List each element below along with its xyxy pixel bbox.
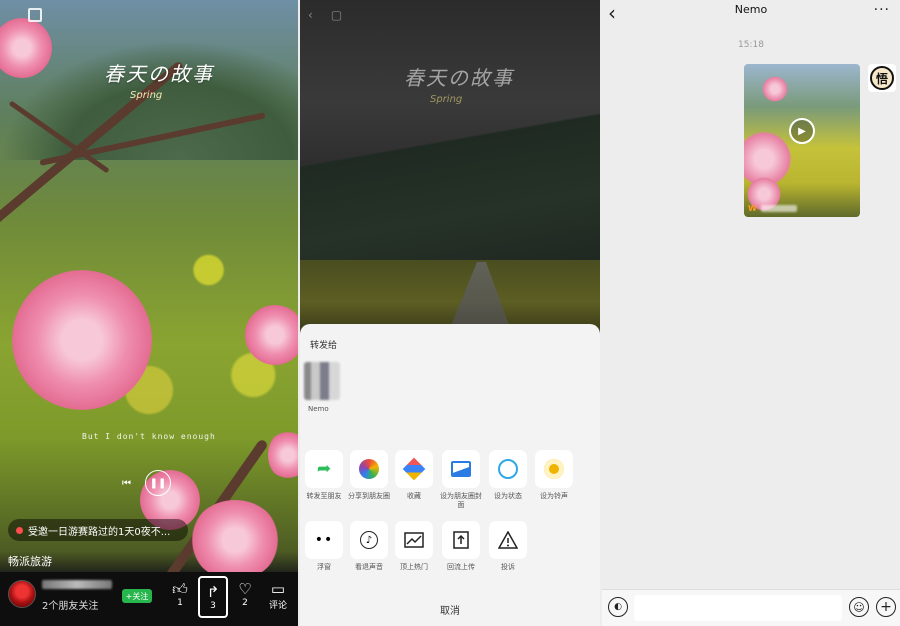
contact-avatar-blurred[interactable] bbox=[304, 362, 340, 400]
option-label: 浮窗 bbox=[317, 563, 331, 571]
lyric-text: But I don't know enough bbox=[82, 432, 216, 441]
comment-button[interactable]: ▭ 评论 bbox=[266, 580, 290, 611]
option-set-status[interactable]: 设为状态 bbox=[486, 450, 530, 501]
location-notice[interactable]: 受邀一日游赛路过的1天0夜不... bbox=[8, 519, 188, 541]
title-art: 春天の故事 bbox=[104, 62, 214, 86]
option-label: 看退声音 bbox=[355, 563, 383, 571]
share-button[interactable]: ↱ 3 bbox=[198, 576, 228, 618]
status-ring-icon bbox=[489, 450, 527, 488]
share-sheet-title: 转发给 bbox=[310, 341, 338, 351]
warning-triangle-icon bbox=[489, 521, 527, 559]
option-set-ringtone[interactable]: 设为铃声 bbox=[532, 450, 576, 501]
option-label: 设为朋友圈封面 bbox=[440, 492, 482, 509]
background-mountain bbox=[300, 110, 600, 280]
more-dots-icon: •• bbox=[305, 521, 343, 559]
option-label: 收藏 bbox=[407, 492, 421, 500]
option-floating-window[interactable]: •• 浮窗 bbox=[302, 521, 346, 572]
title-art-subtitle: Spring bbox=[430, 94, 463, 105]
option-label: 分享到朋友圈 bbox=[348, 492, 390, 500]
comment-label: 评论 bbox=[268, 601, 287, 611]
trend-chart-icon bbox=[395, 521, 433, 559]
message-input[interactable] bbox=[634, 595, 842, 621]
channel-name[interactable]: 畅派旅游 bbox=[8, 553, 52, 569]
chat-panel: Nemo ‹ ··· 15:18 ▶ W 悟 ◐ ☺ + bbox=[602, 0, 900, 626]
playback-controls: ⏮ ❚❚ bbox=[122, 470, 171, 496]
favorite-count: 2 bbox=[242, 598, 248, 608]
minimize-icon: ▢ bbox=[330, 8, 343, 22]
option-upload[interactable]: 回流上传 bbox=[439, 521, 483, 572]
notice-dot-icon bbox=[16, 526, 23, 534]
background-field bbox=[300, 260, 600, 330]
message-timestamp: 15:18 bbox=[738, 40, 764, 50]
friends-follow-count: 2个朋友关注 bbox=[42, 601, 99, 612]
cancel-button[interactable]: 取消 bbox=[300, 602, 600, 617]
screenshot-root: 春天の故事 Spring But I don't know enough ⏮ ❚… bbox=[0, 0, 900, 626]
option-label: 设为状态 bbox=[494, 492, 522, 500]
share-sheet: 转发给 Nemo ➦ 转发至朋友 分享到朋友圈 收藏 设为朋友圈封面 设为状态 … bbox=[300, 324, 600, 626]
option-listen-audio[interactable]: ♪ 看退声音 bbox=[347, 521, 391, 572]
pause-button[interactable]: ❚❚ bbox=[145, 470, 171, 496]
source-name-blurred bbox=[760, 205, 797, 212]
favorites-cube-icon bbox=[395, 450, 433, 488]
title-art-subtitle: Spring bbox=[130, 90, 163, 101]
like-button[interactable]: 👍︎ 1 bbox=[168, 580, 192, 608]
previous-icon[interactable]: ⏮ bbox=[122, 478, 131, 489]
peach-blossom bbox=[268, 430, 298, 480]
blossom-thumb bbox=[760, 74, 790, 104]
option-label: 回流上传 bbox=[447, 563, 475, 571]
dim-top-icons: ‹ ▢ bbox=[308, 8, 342, 22]
share-panel: ‹ ▢ 春天の故事 Spring 转发给 Nemo ➦ 转发至朋友 分享到朋友圈 bbox=[300, 0, 600, 626]
minimize-icon[interactable] bbox=[28, 8, 42, 22]
forward-arrow-icon: ➦ bbox=[305, 450, 343, 488]
more-options-icon[interactable]: ··· bbox=[874, 2, 890, 18]
option-report[interactable]: 投诉 bbox=[486, 521, 530, 572]
back-icon: ‹ bbox=[308, 8, 313, 22]
listen-audio-icon: ♪ bbox=[350, 521, 388, 559]
image-cover-icon bbox=[442, 450, 480, 488]
video-message-bubble[interactable]: ▶ W bbox=[744, 64, 860, 217]
chat-contact-name: Nemo bbox=[734, 3, 768, 16]
video-feed-panel[interactable]: 春天の故事 Spring But I don't know enough ⏮ ❚… bbox=[0, 0, 298, 626]
share-arrow-icon: ↱ bbox=[206, 582, 220, 601]
peach-blossom bbox=[190, 500, 280, 580]
contact-name: Nemo bbox=[308, 405, 329, 413]
author-name-blurred[interactable] bbox=[42, 580, 112, 589]
avatar-character: 悟 bbox=[870, 66, 894, 90]
option-set-moments-cover[interactable]: 设为朋友圈封面 bbox=[439, 450, 483, 510]
favorite-button[interactable]: ♡ 2 bbox=[233, 580, 257, 608]
title-art: 春天の故事 bbox=[404, 66, 514, 90]
option-forward-to-friend[interactable]: ➦ 转发至朋友 bbox=[302, 450, 346, 501]
play-icon: ▶ bbox=[798, 125, 806, 137]
plus-icon[interactable]: + bbox=[876, 597, 896, 617]
voice-input-icon[interactable]: ◐ bbox=[608, 597, 628, 617]
option-share-moments[interactable]: 分享到朋友圈 bbox=[347, 450, 391, 501]
option-favorites[interactable]: 收藏 bbox=[392, 450, 436, 501]
option-label: 投诉 bbox=[501, 563, 515, 571]
option-label: 设为铃声 bbox=[540, 492, 568, 500]
author-avatar[interactable] bbox=[8, 580, 36, 608]
thumbs-up-icon: 👍︎ bbox=[172, 579, 188, 598]
pause-icon: ❚❚ bbox=[149, 477, 167, 489]
peach-blossom bbox=[245, 305, 298, 365]
emoji-icon[interactable]: ☺ bbox=[849, 597, 869, 617]
my-avatar[interactable]: 悟 bbox=[868, 64, 896, 92]
option-label: 顶上热门 bbox=[400, 563, 428, 571]
notice-text: 受邀一日游赛路过的1天0夜不... bbox=[28, 526, 171, 538]
back-chevron-icon[interactable]: ‹ bbox=[608, 3, 616, 23]
heart-icon: ♡ bbox=[238, 579, 252, 598]
play-button[interactable]: ▶ bbox=[789, 118, 815, 144]
option-label: 转发至朋友 bbox=[306, 492, 342, 500]
follow-button[interactable]: +关注 bbox=[122, 589, 152, 603]
like-count: 1 bbox=[177, 598, 183, 608]
video-source: W bbox=[748, 204, 797, 213]
upload-box-icon bbox=[442, 521, 480, 559]
source-logo-icon: W bbox=[748, 204, 757, 213]
moments-pinwheel-icon bbox=[350, 450, 388, 488]
ringtone-icon bbox=[535, 450, 573, 488]
share-count: 3 bbox=[210, 601, 216, 611]
peach-blossom bbox=[12, 270, 152, 410]
comment-bubble-icon: ▭ bbox=[270, 579, 286, 598]
option-trending[interactable]: 顶上热门 bbox=[392, 521, 436, 572]
